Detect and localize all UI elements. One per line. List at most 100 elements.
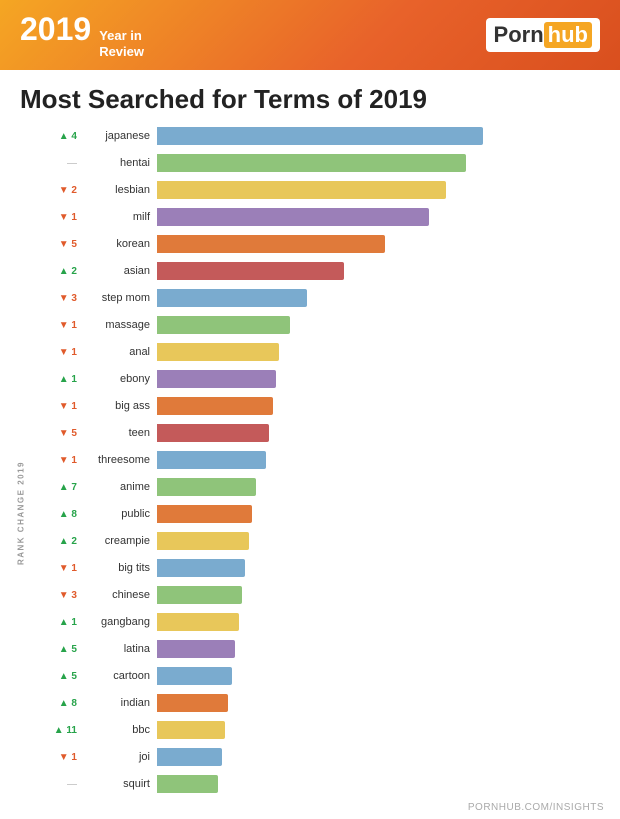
rank-change: — bbox=[37, 779, 81, 790]
bar bbox=[157, 289, 307, 307]
bar bbox=[157, 154, 466, 172]
year-block: 2019 Year in Review bbox=[20, 11, 144, 59]
term-label: big tits bbox=[81, 562, 157, 574]
rank-change: ▲ 2 bbox=[37, 266, 81, 277]
brand-porn: Porn bbox=[494, 22, 544, 48]
term-label: hentai bbox=[81, 157, 157, 169]
chart-row: — hentai bbox=[37, 150, 610, 176]
chart-row: ▲ 5 cartoon bbox=[37, 663, 610, 689]
term-label: public bbox=[81, 508, 157, 520]
rank-change: ▲ 4 bbox=[37, 131, 81, 142]
chart-row: ▼ 1 joi bbox=[37, 744, 610, 770]
rank-change: ▼ 3 bbox=[37, 293, 81, 304]
brand-logo: Porn hub bbox=[486, 18, 600, 52]
bar-area bbox=[157, 694, 610, 712]
rank-change: ▼ 5 bbox=[37, 239, 81, 250]
chart-row: ▼ 1 anal bbox=[37, 339, 610, 365]
chart-row: ▼ 2 lesbian bbox=[37, 177, 610, 203]
chart-container: RANK CHANGE 2019 ▲ 4 japanese — hentai ▼… bbox=[0, 123, 620, 798]
bar bbox=[157, 343, 279, 361]
term-label: threesome bbox=[81, 454, 157, 466]
rank-axis-label: RANK CHANGE 2019 bbox=[17, 461, 26, 565]
bar bbox=[157, 208, 429, 226]
chart-row: ▲ 1 ebony bbox=[37, 366, 610, 392]
page-title: Most Searched for Terms of 2019 bbox=[0, 70, 620, 123]
rank-change: ▲ 11 bbox=[37, 725, 81, 736]
chart-row: ▲ 2 asian bbox=[37, 258, 610, 284]
bar-area bbox=[157, 586, 610, 604]
chart-row: ▲ 2 creampie bbox=[37, 528, 610, 554]
footer: PORNHUB.COM/INSIGHTS bbox=[0, 798, 620, 819]
term-label: gangbang bbox=[81, 616, 157, 628]
bar bbox=[157, 424, 269, 442]
rank-change: ▲ 2 bbox=[37, 536, 81, 547]
term-label: big ass bbox=[81, 400, 157, 412]
rank-change: ▼ 1 bbox=[37, 401, 81, 412]
term-label: step mom bbox=[81, 292, 157, 304]
term-label: cartoon bbox=[81, 670, 157, 682]
bar-area bbox=[157, 451, 610, 469]
bar bbox=[157, 397, 273, 415]
rank-change: ▼ 1 bbox=[37, 563, 81, 574]
chart-row: ▼ 1 threesome bbox=[37, 447, 610, 473]
bar-area bbox=[157, 154, 610, 172]
bar-area bbox=[157, 667, 610, 685]
bar-area bbox=[157, 370, 610, 388]
bar bbox=[157, 532, 249, 550]
chart-row: ▲ 11 bbc bbox=[37, 717, 610, 743]
rank-change: ▼ 1 bbox=[37, 347, 81, 358]
bar bbox=[157, 262, 344, 280]
bar bbox=[157, 748, 222, 766]
term-label: ebony bbox=[81, 373, 157, 385]
rank-column-label: RANK CHANGE 2019 bbox=[10, 123, 32, 798]
bar-area bbox=[157, 262, 610, 280]
year-label: 2019 bbox=[20, 11, 91, 48]
bar-area bbox=[157, 532, 610, 550]
bar bbox=[157, 775, 218, 793]
chart-row: ▲ 8 indian bbox=[37, 690, 610, 716]
bar bbox=[157, 316, 290, 334]
bar-area bbox=[157, 721, 610, 739]
rank-change: ▲ 1 bbox=[37, 617, 81, 628]
rank-change: ▼ 3 bbox=[37, 590, 81, 601]
bar-area bbox=[157, 775, 610, 793]
bar-area bbox=[157, 235, 610, 253]
rank-change: ▲ 5 bbox=[37, 644, 81, 655]
bar bbox=[157, 127, 483, 145]
term-label: chinese bbox=[81, 589, 157, 601]
term-label: massage bbox=[81, 319, 157, 331]
bar-area bbox=[157, 505, 610, 523]
term-label: indian bbox=[81, 697, 157, 709]
bar bbox=[157, 451, 266, 469]
term-label: bbc bbox=[81, 724, 157, 736]
brand-hub: hub bbox=[544, 22, 592, 48]
term-label: latina bbox=[81, 643, 157, 655]
rank-change: ▼ 2 bbox=[37, 185, 81, 196]
term-label: korean bbox=[81, 238, 157, 250]
bar-area bbox=[157, 397, 610, 415]
term-label: japanese bbox=[81, 130, 157, 142]
bar-area bbox=[157, 613, 610, 631]
term-label: creampie bbox=[81, 535, 157, 547]
bar bbox=[157, 586, 242, 604]
chart-row: ▲ 8 public bbox=[37, 501, 610, 527]
bar-area bbox=[157, 424, 610, 442]
rank-change: ▼ 5 bbox=[37, 428, 81, 439]
bar bbox=[157, 370, 276, 388]
term-label: anal bbox=[81, 346, 157, 358]
rank-change: ▲ 8 bbox=[37, 509, 81, 520]
bar-area bbox=[157, 316, 610, 334]
bar bbox=[157, 667, 232, 685]
term-label: joi bbox=[81, 751, 157, 763]
bar bbox=[157, 613, 239, 631]
rank-change: ▼ 1 bbox=[37, 320, 81, 331]
chart-row: ▼ 1 big ass bbox=[37, 393, 610, 419]
bar-area bbox=[157, 343, 610, 361]
bar-area bbox=[157, 208, 610, 226]
bar-area bbox=[157, 640, 610, 658]
bar bbox=[157, 181, 446, 199]
bar bbox=[157, 559, 245, 577]
bar-area bbox=[157, 289, 610, 307]
bar-area bbox=[157, 127, 610, 145]
chart-row: ▲ 7 anime bbox=[37, 474, 610, 500]
